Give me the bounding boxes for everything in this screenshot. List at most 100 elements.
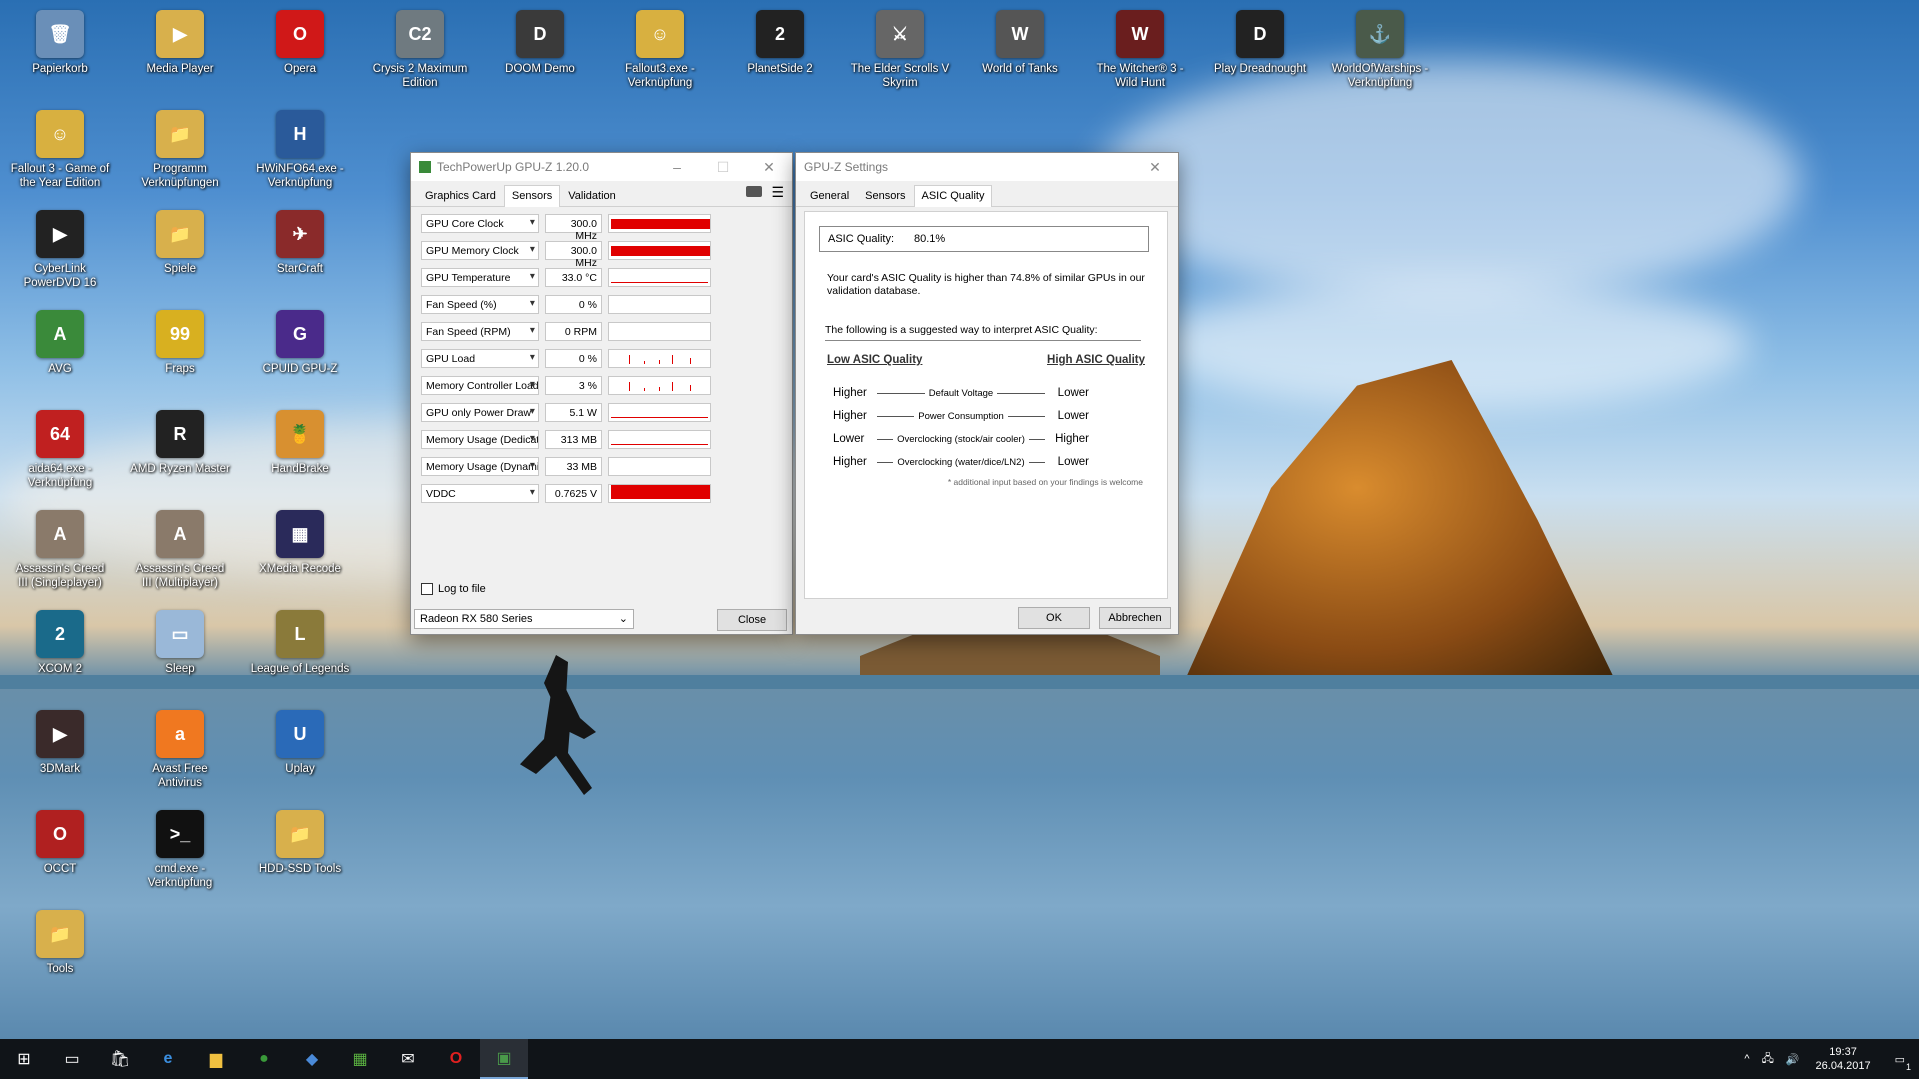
desktop-icon[interactable]: ⚔ The Elder Scrolls V Skyrim — [850, 10, 950, 90]
sensor-name-dropdown[interactable]: Memory Usage (Dedicated) — [421, 429, 539, 449]
desktop-icon[interactable]: L League of Legends — [250, 610, 350, 676]
desktop-icon[interactable]: 2 XCOM 2 — [10, 610, 110, 676]
sensor-value: 33 MB — [544, 456, 602, 476]
sensor-name-dropdown[interactable]: GPU Temperature — [421, 267, 539, 287]
menu-icon[interactable]: ☰ — [771, 184, 784, 201]
close-window-button[interactable]: ✕ — [746, 153, 792, 181]
camera-icon[interactable] — [746, 186, 762, 197]
store-icon[interactable]: 🛍 — [96, 1039, 144, 1079]
music-app-icon[interactable]: ● — [240, 1039, 288, 1079]
sensor-name-dropdown[interactable]: Fan Speed (%) — [421, 294, 539, 314]
volume-icon[interactable]: 🔊 — [1780, 1053, 1806, 1066]
desktop-icon[interactable]: 🍍 HandBrake — [250, 410, 350, 476]
app-icon: >_ — [156, 810, 204, 858]
tab-sensors[interactable]: Sensors — [503, 185, 561, 207]
tab-graphics-card[interactable]: Graphics Card — [417, 185, 504, 207]
desktop-icon[interactable]: a Avast Free Antivirus — [130, 710, 230, 790]
settings-titlebar[interactable]: GPU-Z Settings ✕ — [796, 153, 1178, 181]
desktop-icon[interactable]: C2 Crysis 2 Maximum Edition — [370, 10, 470, 90]
app-icon: O — [276, 10, 324, 58]
desktop-icon[interactable]: 📁 Spiele — [130, 210, 230, 276]
task-view-icon[interactable]: ▭ — [48, 1039, 96, 1079]
file-explorer-icon[interactable]: ▆ — [192, 1039, 240, 1079]
sensor-row: Fan Speed (%)0 % — [421, 294, 711, 314]
sensor-name-dropdown[interactable]: Fan Speed (RPM) — [421, 321, 539, 341]
desktop-icon-label: CPUID GPU-Z — [262, 363, 338, 375]
opera-icon[interactable]: O — [432, 1039, 480, 1079]
desktop-icon[interactable]: ☺ Fallout 3 - Game of the Year Edition — [10, 110, 110, 190]
desktop-icon-label: World of Tanks — [982, 63, 1058, 75]
desktop-icon[interactable]: G CPUID GPU-Z — [250, 310, 350, 376]
desktop-icon[interactable]: 📁 HDD-SSD Tools — [250, 810, 350, 876]
desktop-icon[interactable]: >_ cmd.exe - Verknüpfung — [130, 810, 230, 890]
log-to-file-checkbox[interactable]: Log to file — [421, 583, 486, 595]
desktop-icon[interactable]: ▶ Media Player — [130, 10, 230, 76]
desktop-icon[interactable]: 📁 Tools — [10, 910, 110, 976]
ok-button[interactable]: OK — [1018, 607, 1090, 629]
action-center-icon[interactable]: ▭ 1 — [1881, 1053, 1919, 1072]
start-button[interactable]: ⊞ — [0, 1039, 48, 1079]
minimize-button[interactable]: – — [654, 153, 700, 181]
desktop-icon[interactable]: ▶ 3DMark — [10, 710, 110, 776]
sensor-value: 300.0 MHz — [544, 213, 602, 242]
thunderbird-icon[interactable]: ◆ — [288, 1039, 336, 1079]
gpuz-taskbar-icon[interactable]: ▣ — [480, 1039, 528, 1079]
desktop-icon[interactable]: W World of Tanks — [970, 10, 1070, 76]
tab-validation[interactable]: Validation — [560, 185, 624, 207]
app-icon: ▶ — [36, 210, 84, 258]
edge-icon[interactable]: e — [144, 1039, 192, 1079]
sensor-name-dropdown[interactable]: GPU Core Clock — [421, 213, 539, 233]
desktop-icon[interactable]: 📁 Programm Verknüpfungen — [130, 110, 230, 190]
desktop-icon[interactable]: 🗑 Papierkorb — [10, 10, 110, 76]
desktop-icon[interactable]: W The Witcher® 3 - Wild Hunt — [1090, 10, 1190, 90]
sensor-name-dropdown[interactable]: GPU Memory Clock — [421, 240, 539, 260]
network-icon[interactable]: 🖧 — [1756, 1050, 1780, 1069]
desktop-icon[interactable]: ▶ CyberLink PowerDVD 16 — [10, 210, 110, 290]
sensor-name-dropdown[interactable]: GPU only Power Draw — [421, 402, 539, 422]
checkbox-box[interactable] — [421, 583, 433, 595]
tab-sensors[interactable]: Sensors — [857, 185, 913, 207]
sensor-value: 0 % — [544, 348, 602, 368]
sensor-name-dropdown[interactable]: Memory Usage (Dynamic) — [421, 456, 539, 476]
desktop-icon[interactable]: D Play Dreadnought — [1210, 10, 1310, 76]
desktop-icon[interactable]: O OCCT — [10, 810, 110, 876]
cancel-button[interactable]: Abbrechen — [1099, 607, 1171, 629]
sensor-name-dropdown[interactable]: Memory Controller Load — [421, 375, 539, 395]
sensor-name-dropdown[interactable]: VDDC — [421, 483, 539, 503]
maximize-button[interactable]: ☐ — [700, 153, 746, 181]
desktop-icon[interactable]: D DOOM Demo — [490, 10, 590, 76]
desktop-icon[interactable]: A Assassin's Creed III (Singleplayer) — [10, 510, 110, 590]
calculator-icon[interactable]: ▦ — [336, 1039, 384, 1079]
desktop-icon[interactable]: 2 PlanetSide 2 — [730, 10, 830, 76]
desktop-icon[interactable]: A Assassin's Creed III (Multiplayer) — [130, 510, 230, 590]
close-window-button[interactable]: ✕ — [1132, 153, 1178, 181]
app-icon: ▶ — [156, 10, 204, 58]
desktop-icon[interactable]: ☺ Fallout3.exe - Verknüpfung — [610, 10, 710, 90]
desktop-icon[interactable]: A AVG — [10, 310, 110, 376]
desktop-icon[interactable]: U Uplay — [250, 710, 350, 776]
desktop-icon[interactable]: 64 aida64.exe - Verknüpfung — [10, 410, 110, 490]
tab-asic-quality[interactable]: ASIC Quality — [913, 185, 993, 207]
desktop-icon[interactable]: ✈ StarCraft — [250, 210, 350, 276]
desktop-icon[interactable]: 99 Fraps — [130, 310, 230, 376]
gpuz-titlebar[interactable]: TechPowerUp GPU-Z 1.20.0 – ☐ ✕ — [411, 153, 792, 181]
asic-row-mid: Overclocking (water/dice/LN2) — [873, 457, 1049, 468]
tab-general[interactable]: General — [802, 185, 857, 207]
clock[interactable]: 19:37 26.04.2017 — [1806, 1045, 1881, 1073]
close-button[interactable]: Close — [717, 609, 787, 631]
desktop-icon[interactable]: ▦ XMedia Recode — [250, 510, 350, 576]
gpu-select[interactable]: Radeon RX 580 Series ⌄ — [414, 609, 634, 629]
desktop-icon[interactable]: R AMD Ryzen Master — [130, 410, 230, 476]
desktop-icon[interactable]: ⚓ WorldOfWarships - Verknüpfung — [1330, 10, 1430, 90]
gpuz-title: TechPowerUp GPU-Z 1.20.0 — [437, 160, 590, 174]
chevron-up-icon[interactable]: ^ — [1738, 1053, 1755, 1065]
desktop-icon-label: League of Legends — [250, 663, 350, 675]
desktop-icon[interactable]: H HWiNFO64.exe - Verknüpfung — [250, 110, 350, 190]
asic-row-right: Lower — [1057, 456, 1089, 468]
desktop-icon-label: Programm Verknüpfungen — [141, 163, 219, 189]
mail-icon[interactable]: ✉ — [384, 1039, 432, 1079]
desktop-icon[interactable]: O Opera — [250, 10, 350, 76]
app-icon: G — [276, 310, 324, 358]
sensor-name-dropdown[interactable]: GPU Load — [421, 348, 539, 368]
desktop-icon[interactable]: ▭ Sleep — [130, 610, 230, 676]
